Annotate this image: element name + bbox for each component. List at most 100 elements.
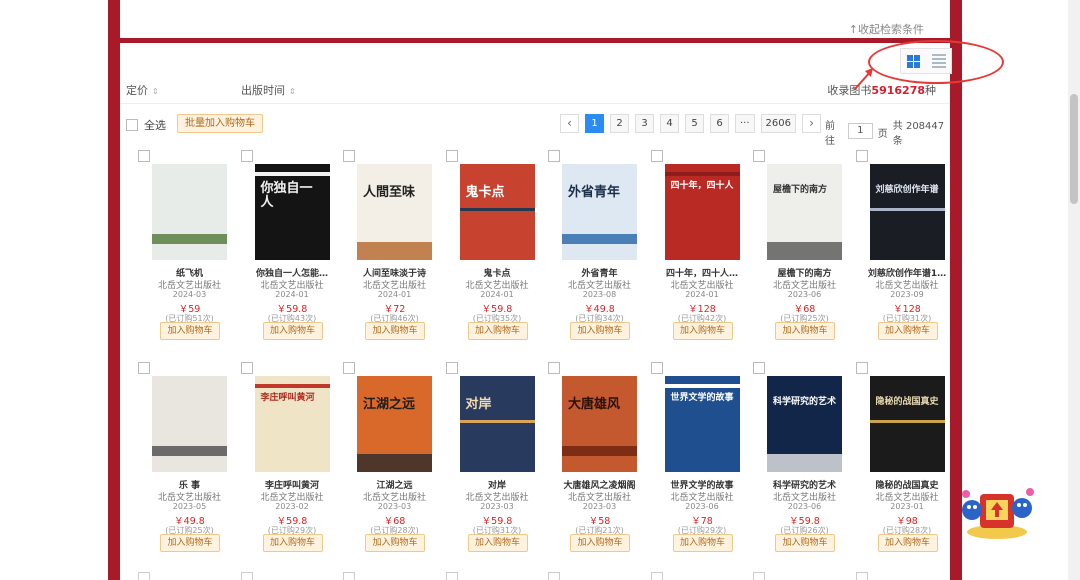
next-page-button[interactable]: › (802, 114, 821, 133)
book-card[interactable]: 你独自一人 你独自一人怎能… 北岳文艺出版社 2024-01 ￥59.8 (已订购43次)… (229, 150, 332, 362)
book-cover[interactable] (152, 164, 227, 260)
item-checkbox[interactable] (343, 362, 355, 374)
batch-add-to-cart-button[interactable]: 批量加入购物车 (177, 114, 263, 133)
item-checkbox[interactable] (753, 150, 765, 162)
page-button-5[interactable]: 5 (685, 114, 704, 133)
book-card[interactable]: 大唐雄风 大唐雄风之凌烟阁 北岳文艺出版社 2023-03 ￥58 (已订购21次) 加入购… (536, 362, 639, 574)
book-card[interactable]: 纸飞机 北岳文艺出版社 2024-03 ￥59 (已订购51次) 加入购物车 (126, 150, 229, 362)
book-card[interactable]: 科学研究的艺术 科学研究的艺术 北岳文艺出版社 2023-06 ￥59.8 (已订购26次… (741, 362, 844, 574)
item-checkbox[interactable] (343, 572, 355, 580)
page-button-4[interactable]: 4 (660, 114, 679, 133)
page-ellipsis[interactable]: ··· (735, 114, 755, 133)
item-checkbox[interactable] (240, 150, 253, 162)
book-cover[interactable] (152, 376, 227, 472)
item-checkbox[interactable] (445, 150, 458, 162)
add-to-cart-button[interactable]: 加入购物车 (570, 534, 630, 552)
book-cover[interactable]: 李庄呼叫黄河 (254, 376, 330, 472)
item-checkbox[interactable] (138, 362, 150, 374)
book-cover[interactable]: 四十年，四十人 (664, 164, 740, 260)
book-date: 2023-05 (172, 502, 207, 511)
item-checkbox[interactable] (548, 572, 560, 580)
add-to-cart-button[interactable]: 加入购物车 (775, 534, 835, 552)
book-date: 2023-09 (890, 290, 924, 299)
mascot-icon[interactable] (958, 480, 1036, 540)
page-button-1[interactable]: 1 (585, 114, 604, 133)
book-cover[interactable]: 科学研究的艺术 (767, 376, 842, 472)
add-to-cart-button[interactable]: 加入购物车 (365, 322, 425, 340)
book-card[interactable]: 乐 事北岳文艺出版社 2023-05 ￥49.8 (已订购25次) 加入购物车 (126, 362, 229, 574)
add-to-cart-button[interactable]: 加入购物车 (467, 322, 528, 340)
collapse-search-link[interactable]: ↑收起检索条件 (849, 21, 924, 37)
prev-page-button[interactable]: ‹ (560, 114, 579, 133)
book-cover[interactable]: 隐秘的战国真史 (869, 376, 945, 472)
book-cover[interactable]: 江湖之远 (357, 376, 432, 472)
page-button-last[interactable]: 2606 (760, 114, 796, 133)
item-checkbox[interactable] (753, 572, 765, 580)
add-to-cart-button[interactable]: 加入购物车 (262, 322, 323, 340)
item-checkbox[interactable] (548, 362, 560, 374)
add-to-cart-button[interactable]: 加入购物车 (877, 322, 938, 340)
item-checkbox[interactable] (240, 362, 253, 374)
add-to-cart-button[interactable]: 加入购物车 (672, 322, 733, 340)
book-card[interactable]: 刘慈欣创作年谱 刘慈欣创作年谱1… 北岳文艺出版社 2023-09 ￥128 (已订购31… (844, 150, 946, 362)
sort-by-price[interactable]: 定价 ⇕ (126, 82, 159, 98)
book-row: 纸飞机 北岳文艺出版社 2024-03 ￥59 (已订购51次) 加入购物车 你独自一人 你独… (126, 150, 946, 362)
book-cover[interactable]: 世界文学的故事 (664, 376, 740, 472)
item-checkbox[interactable] (650, 572, 663, 580)
add-to-cart-button[interactable]: 加入购物车 (365, 534, 425, 552)
add-to-cart-button[interactable]: 加入购物车 (672, 534, 733, 552)
book-card[interactable]: 对岸 对岸 北岳文艺出版社 2023-03 ￥59.8 (已订购31次) 加入购物车 (434, 362, 537, 574)
item-checkbox[interactable] (445, 362, 458, 374)
book-cover[interactable]: 鬼卡点 (459, 164, 535, 260)
book-card[interactable]: 外省青年 外省青年 北岳文艺出版社 2023-08 ￥49.8 (已订购34次) 加入购物车 (536, 150, 639, 362)
book-card[interactable]: 隐秘的战国真史 隐秘的战国真史 北岳文艺出版社 2023-01 ￥98 (已订购28次) 加… (844, 362, 947, 574)
add-to-cart-button[interactable]: 加入购物车 (775, 322, 835, 340)
item-checkbox[interactable] (855, 362, 868, 374)
page-button-3[interactable]: 3 (635, 114, 654, 133)
goto-page-input[interactable]: 1 (847, 123, 873, 139)
book-cover[interactable]: 屋檐下的南方 (767, 164, 842, 260)
item-checkbox[interactable] (753, 362, 765, 374)
book-date: 2024-01 (480, 290, 514, 299)
select-all[interactable]: 全选 (126, 117, 166, 133)
select-all-checkbox[interactable] (126, 119, 138, 131)
add-to-cart-button[interactable]: 加入购物车 (467, 534, 528, 552)
add-to-cart-button[interactable]: 加入购物车 (877, 534, 938, 552)
book-card[interactable]: 四十年，四十人 四十年，四十人… 北岳文艺出版社 2024-01 ￥128 (已订购42次… (639, 150, 742, 362)
item-checkbox[interactable] (855, 150, 868, 162)
item-checkbox[interactable] (650, 150, 663, 162)
annotation-arrow (854, 68, 873, 90)
add-to-cart-button[interactable]: 加入购物车 (160, 534, 220, 552)
item-checkbox[interactable] (445, 572, 458, 580)
item-checkbox[interactable] (240, 572, 253, 580)
book-card[interactable]: 李庄呼叫黄河 李庄呼叫黄河 北岳文艺出版社 2023-02 ￥59.8 (已订购29次) 加… (229, 362, 332, 574)
page-scrollbar[interactable] (1068, 0, 1080, 580)
book-date: 2023-06 (787, 290, 822, 299)
book-cover[interactable]: 大唐雄风 (562, 376, 637, 472)
book-card[interactable]: 屋檐下的南方 屋檐下的南方 北岳文艺出版社 2023-06 ￥68 (已订购25次) 加入购… (741, 150, 844, 362)
item-checkbox[interactable] (138, 150, 150, 162)
book-card[interactable]: 鬼卡点 鬼卡点 北岳文艺出版社 2024-01 ￥59.8 (已订购35次) 加入购物车 (434, 150, 537, 362)
book-card[interactable]: 世界文学的故事 世界文学的故事 北岳文艺出版社 2023-06 ￥78 (已订购29次) 加… (639, 362, 742, 574)
book-cover[interactable]: 刘慈欣创作年谱 (869, 164, 945, 260)
sort-by-date[interactable]: 出版时间 ⇕ (241, 82, 296, 98)
page-button-2[interactable]: 2 (610, 114, 629, 133)
book-card[interactable]: 江湖之远 江湖之远 北岳文艺出版社 2023-03 ￥68 (已订购28次) 加入购物车 (331, 362, 434, 574)
item-checkbox[interactable] (650, 362, 663, 374)
book-cover[interactable]: 人間至味 (357, 164, 432, 260)
count-value: 5916278 (871, 84, 925, 97)
book-cover[interactable]: 外省青年 (562, 164, 637, 260)
item-checkbox[interactable] (343, 150, 355, 162)
book-card[interactable]: 人間至味 人间至味淡于诗 北岳文艺出版社 2024-01 ￥72 (已订购46次) 加入购物… (331, 150, 434, 362)
add-to-cart-button[interactable]: 加入购物车 (570, 322, 630, 340)
item-checkbox[interactable] (138, 572, 150, 580)
book-cover[interactable]: 你独自一人 (254, 164, 330, 260)
page-button-6[interactable]: 6 (710, 114, 729, 133)
add-to-cart-button[interactable]: 加入购物车 (160, 322, 220, 340)
add-to-cart-button[interactable]: 加入购物车 (262, 534, 323, 552)
sort-date-label: 出版时间 (241, 84, 285, 97)
scrollbar-thumb[interactable] (1070, 94, 1078, 204)
item-checkbox[interactable] (855, 572, 868, 580)
item-checkbox[interactable] (548, 150, 560, 162)
book-cover[interactable]: 对岸 (459, 376, 535, 472)
